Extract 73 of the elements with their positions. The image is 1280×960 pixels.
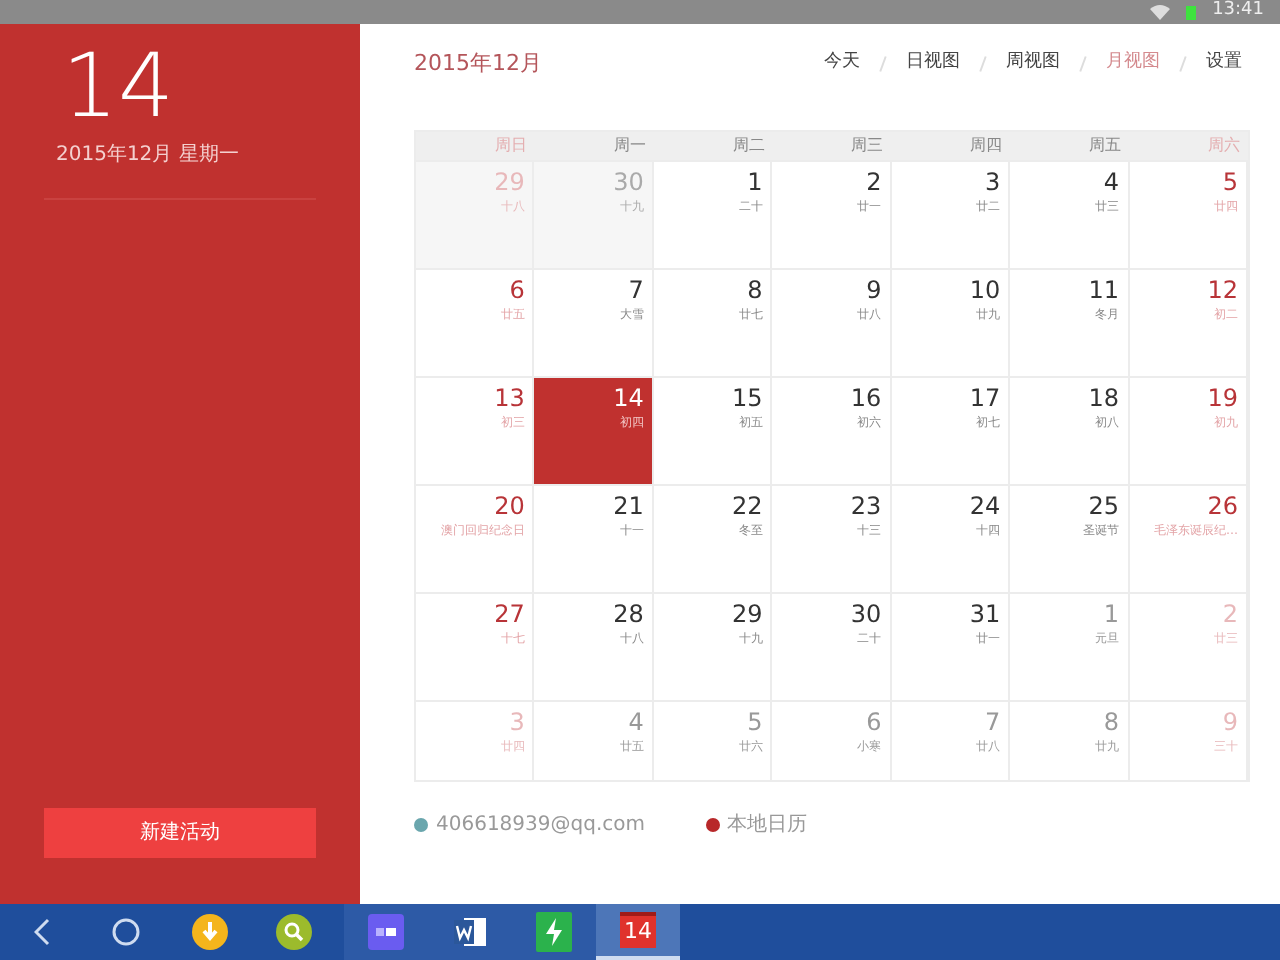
day-number: 7 xyxy=(985,708,1001,738)
day-number: 9 xyxy=(1222,708,1238,738)
day-number: 18 xyxy=(1088,384,1120,414)
day-number: 8 xyxy=(1103,708,1120,738)
day-number: 21 xyxy=(613,492,644,522)
weekday-header: 周五 xyxy=(1087,134,1124,158)
day-number: 6 xyxy=(866,708,882,738)
day-number: 17 xyxy=(969,384,1001,414)
wifi-icon xyxy=(1150,4,1171,20)
day-number: 2 xyxy=(866,168,882,198)
day-number: 30 xyxy=(613,168,644,198)
day-number: 1 xyxy=(1103,600,1120,630)
view-tab[interactable]: 今天 xyxy=(816,50,868,78)
day-number: 20 xyxy=(494,492,525,522)
day-number: 26 xyxy=(1207,492,1238,522)
calendar-label: 本地日历 xyxy=(727,811,807,840)
day-number: 31 xyxy=(969,600,1001,630)
day-number: 5 xyxy=(747,708,763,738)
day-number: 23 xyxy=(850,492,882,522)
day-number: 3 xyxy=(985,168,1001,198)
view-tab[interactable]: 日视图 xyxy=(898,50,968,78)
day-number: 6 xyxy=(509,276,525,306)
back-icon xyxy=(34,918,50,946)
day-number: 8 xyxy=(747,276,763,306)
day-number: 5 xyxy=(1222,168,1238,198)
day-number: 19 xyxy=(1207,384,1238,414)
download-icon xyxy=(192,914,228,950)
day-number: 27 xyxy=(494,600,525,630)
month-title: 2015年12月 xyxy=(414,47,542,80)
day-number: 29 xyxy=(494,168,525,198)
current-date: 2015年12月 星期一 xyxy=(56,141,241,170)
search-icon xyxy=(276,914,312,950)
current-day: 14 xyxy=(62,36,316,140)
day-number: 10 xyxy=(969,276,1001,306)
day-number: 12 xyxy=(1207,276,1238,306)
taskbar-app-button[interactable]: 14 xyxy=(596,904,680,960)
weekday-header: 周二 xyxy=(730,134,767,158)
day-number: 2 xyxy=(1222,600,1238,630)
new-event-button[interactable]: 新建活动 xyxy=(44,808,316,858)
home-icon xyxy=(112,918,140,946)
document-app-icon xyxy=(452,914,488,950)
weekday-header: 周三 xyxy=(849,134,886,158)
bolt-app-icon xyxy=(536,912,572,952)
view-tab[interactable]: 周视图 xyxy=(998,50,1068,78)
day-number: 4 xyxy=(1103,168,1120,198)
day-number: 29 xyxy=(732,600,763,630)
weekday-header: 周日 xyxy=(492,134,529,158)
day-number: 30 xyxy=(850,600,882,630)
day-number: 7 xyxy=(628,276,644,306)
taskbar-app-button[interactable] xyxy=(344,904,428,960)
day-number: 9 xyxy=(866,276,882,306)
calendar-app-icon: 14 xyxy=(620,912,656,948)
weekday-header: 周六 xyxy=(1205,134,1242,158)
day-number: 11 xyxy=(1088,276,1120,306)
day-number: 24 xyxy=(969,492,1001,522)
taskbar-app-button[interactable] xyxy=(512,904,596,960)
tiles-app-icon xyxy=(368,914,404,950)
day-number: 3 xyxy=(509,708,525,738)
day-number: 14 xyxy=(613,384,644,414)
day-number: 28 xyxy=(613,600,644,630)
day-number: 15 xyxy=(732,384,763,414)
day-number: 22 xyxy=(732,492,763,522)
status-time: 13:41 xyxy=(1212,0,1264,25)
battery-icon xyxy=(1186,5,1197,19)
day-number: 13 xyxy=(494,384,525,414)
day-number: 4 xyxy=(628,708,644,738)
day-number: 25 xyxy=(1088,492,1120,522)
day-number: 1 xyxy=(747,168,763,198)
calendar-label: 406618939@qq.com xyxy=(436,812,645,840)
weekday-header: 周四 xyxy=(968,134,1005,158)
weekday-header: 周一 xyxy=(611,134,648,158)
day-number: 16 xyxy=(850,384,882,414)
view-tab[interactable]: 设置 xyxy=(1198,50,1250,78)
